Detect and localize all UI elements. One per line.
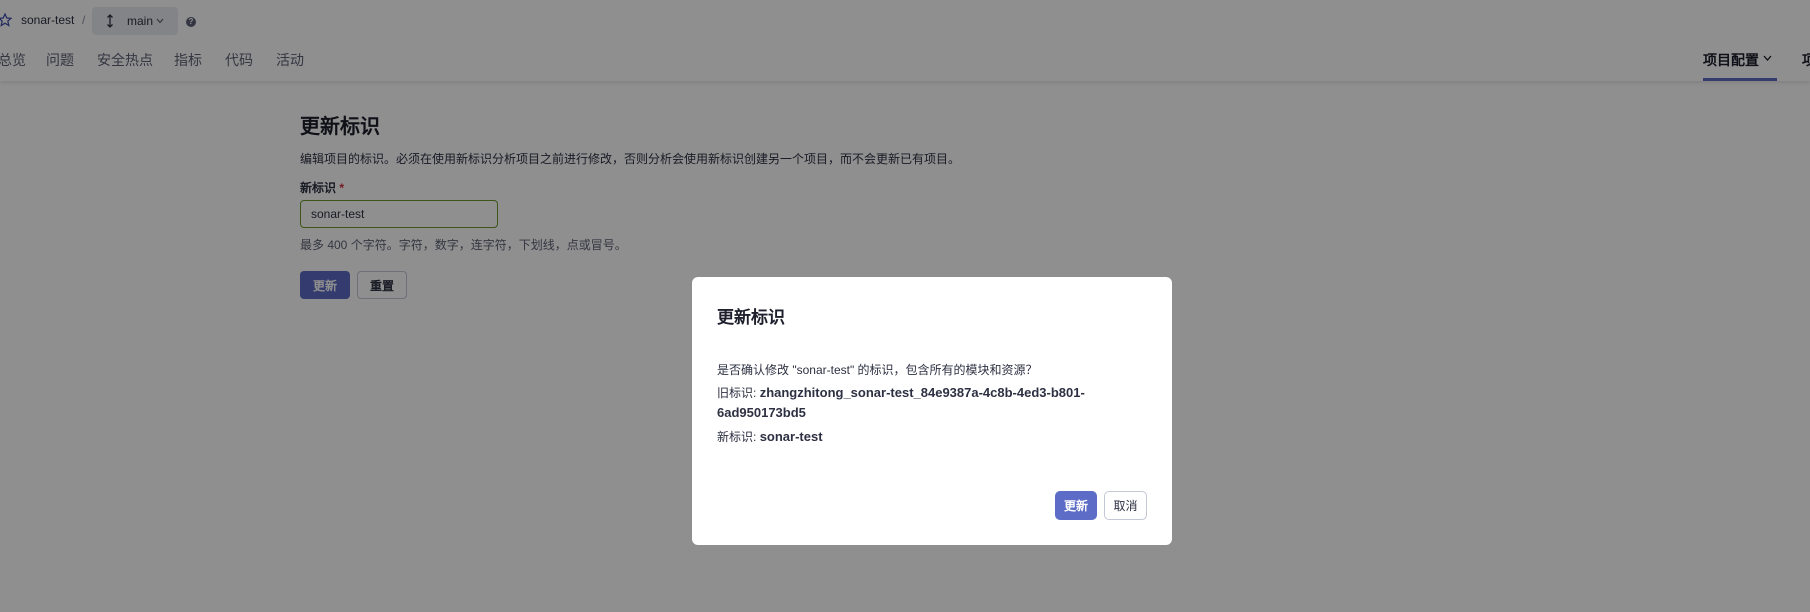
dialog-update-button[interactable]: 更新 <box>1055 491 1097 520</box>
confirm-dialog: 更新标识 是否确认修改 "sonar-test" 的标识，包含所有的模块和资源？… <box>692 277 1172 545</box>
new-key-value: sonar-test <box>759 429 823 444</box>
dialog-title: 更新标识 <box>717 308 785 327</box>
new-key-row: 新标识: sonar-test <box>717 428 823 445</box>
dialog-confirm-text: 是否确认修改 "sonar-test" 的标识，包含所有的模块和资源？ <box>717 363 1038 377</box>
old-key-label: 旧标识: <box>717 386 757 400</box>
dialog-cancel-button[interactable]: 取消 <box>1104 491 1147 520</box>
old-key-value: zhangzhitong_sonar-test_84e9387a-4c8b-4e… <box>717 385 1085 420</box>
old-key-row: 旧标识: zhangzhitong_sonar-test_84e9387a-4c… <box>717 383 1117 423</box>
new-key-label: 新标识: <box>717 430 757 444</box>
